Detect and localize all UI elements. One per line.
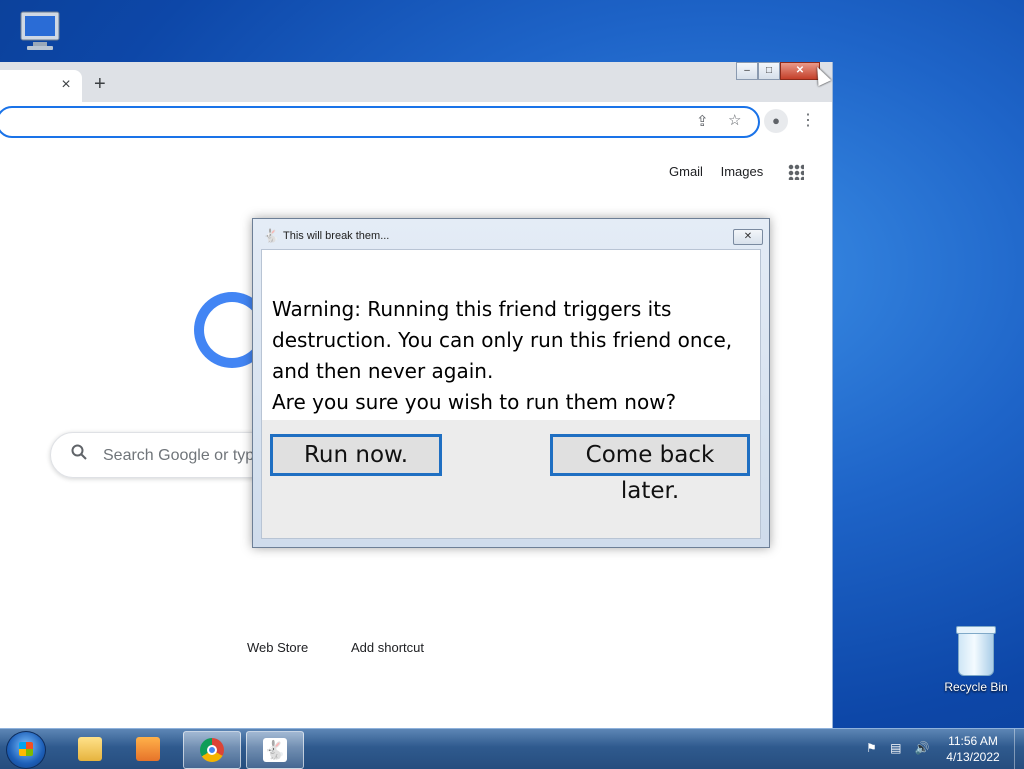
volume-icon[interactable]: 🔊 bbox=[915, 741, 930, 755]
images-link[interactable]: Images bbox=[721, 164, 764, 179]
message-area: Warning: Running this friend triggers it… bbox=[262, 250, 760, 420]
recycle-bin-icon[interactable]: Recycle Bin bbox=[938, 626, 1014, 694]
minimize-button[interactable]: – bbox=[736, 62, 758, 80]
dialog-close-button[interactable]: ✕ bbox=[733, 229, 763, 245]
bunny-icon: 🐇 bbox=[263, 228, 280, 243]
taskbar-bunny-friend[interactable]: 🐇 bbox=[246, 731, 304, 769]
maximize-button[interactable]: □ bbox=[758, 62, 780, 80]
run-now-button[interactable]: Run now. bbox=[270, 434, 442, 476]
taskbar-media-player[interactable] bbox=[120, 731, 176, 767]
taskbar-explorer[interactable] bbox=[62, 731, 118, 767]
chrome-icon bbox=[200, 738, 224, 762]
clock-time: 11:56 AM bbox=[948, 734, 998, 748]
show-desktop-button[interactable] bbox=[1014, 729, 1024, 769]
clock-date: 4/13/2022 bbox=[946, 750, 1000, 764]
action-center-flag-icon[interactable]: ⚑ bbox=[866, 741, 877, 755]
close-tab-icon[interactable]: × bbox=[58, 76, 74, 94]
bunny-icon: 🐇 bbox=[263, 738, 287, 762]
more-menu-icon[interactable]: ⋮ bbox=[800, 110, 816, 130]
folder-icon bbox=[78, 737, 102, 761]
trash-icon bbox=[956, 626, 996, 676]
system-tray: ⚑ ▤ 🔊 bbox=[866, 741, 940, 755]
friend-warning-dialog: 🐇 This will break them... ✕ Warning: Run… bbox=[252, 218, 770, 548]
warning-message: Warning: Running this friend triggers it… bbox=[272, 297, 733, 414]
gmail-link[interactable]: Gmail bbox=[669, 164, 703, 179]
media-player-icon bbox=[136, 737, 160, 761]
star-icon[interactable]: ☆ bbox=[728, 111, 741, 129]
clock[interactable]: 11:56 AM 4/13/2022 bbox=[940, 733, 1006, 765]
apps-grid-icon[interactable] bbox=[788, 164, 804, 180]
share-icon[interactable]: ⇪ bbox=[696, 112, 709, 130]
web-store-shortcut[interactable]: Web Store bbox=[247, 640, 308, 655]
search-icon bbox=[71, 444, 87, 465]
monitor-icon bbox=[20, 11, 60, 50]
come-back-later-button[interactable]: Come back later. bbox=[550, 434, 750, 504]
top-links: Gmail Images bbox=[669, 164, 777, 179]
recycle-bin-label: Recycle Bin bbox=[944, 680, 1008, 694]
start-button[interactable] bbox=[6, 731, 46, 769]
network-icon[interactable]: ▤ bbox=[890, 741, 901, 755]
add-shortcut[interactable]: Add shortcut bbox=[351, 640, 424, 655]
computer-icon[interactable] bbox=[14, 8, 66, 58]
tab-strip: × + – □ ✕ bbox=[0, 62, 832, 102]
windows-logo-icon bbox=[19, 742, 33, 756]
taskbar: 🐇 ⚑ ▤ 🔊 11:56 AM 4/13/2022 bbox=[0, 728, 1024, 769]
dialog-title: This will break them... bbox=[283, 230, 390, 242]
tab-new-tab[interactable]: × bbox=[0, 70, 82, 102]
browser-toolbar: ⇪ ☆ ● ⋮ bbox=[0, 102, 832, 141]
profile-avatar[interactable]: ● bbox=[764, 109, 788, 133]
window-controls: – □ ✕ bbox=[736, 62, 820, 80]
taskbar-chrome[interactable] bbox=[183, 731, 241, 769]
address-bar[interactable]: ⇪ ☆ bbox=[0, 106, 760, 138]
search-input[interactable]: Search Google or typ bbox=[103, 447, 254, 465]
new-tab-button[interactable]: + bbox=[94, 73, 106, 96]
dialog-body: Warning: Running this friend triggers it… bbox=[261, 249, 761, 539]
